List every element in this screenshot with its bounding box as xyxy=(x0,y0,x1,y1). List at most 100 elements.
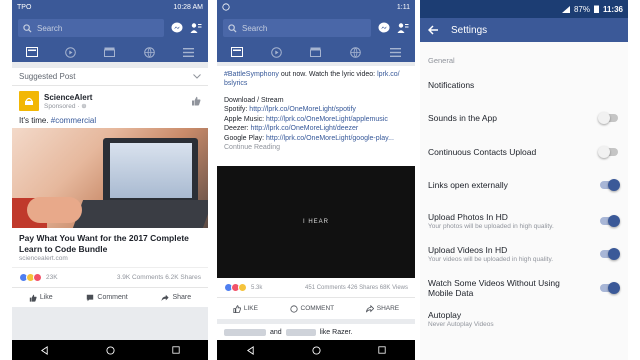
page-name[interactable]: ScienceAlert xyxy=(44,93,186,102)
comment-icon xyxy=(289,304,298,313)
stream-link[interactable]: http://lprk.co/OneMoreLight/applemusic xyxy=(266,116,388,123)
setting-label: Notifications xyxy=(428,80,475,90)
tab-menu[interactable] xyxy=(386,44,404,60)
post-header: ScienceAlert Sponsored · ⊕ xyxy=(12,86,208,113)
download-label: Download / Stream xyxy=(224,96,284,104)
data-saver-video-toggle[interactable] xyxy=(600,282,620,294)
friend-requests-icon[interactable] xyxy=(396,22,409,35)
android-nav-bar xyxy=(12,340,208,360)
setting-links-open-externally[interactable]: Links open externally xyxy=(420,165,628,205)
phone-settings: 87% 11:36 Settings General Notifications… xyxy=(420,0,628,360)
setting-upload-photos-hd[interactable]: Upload Photos In HD Your photos will be … xyxy=(420,205,628,237)
post-hashtag[interactable]: #BattleSymphony xyxy=(224,71,279,78)
reactions-count: 23K xyxy=(46,274,58,282)
setting-sounds-in-app[interactable]: Sounds in the App xyxy=(420,97,628,139)
tab-video[interactable] xyxy=(62,44,80,60)
phone-newsfeed: TPO 10:28 AM Search Suggested Post Scien… xyxy=(12,0,208,360)
stream-link[interactable]: http://lprk.co/OneMoreLight/spotify xyxy=(249,106,356,113)
stream-label: Spotify: xyxy=(224,106,250,114)
comments-shares-count[interactable]: 3.9K Comments 6.2K Shares xyxy=(117,274,201,281)
setting-continuous-contacts-upload[interactable]: Continuous Contacts Upload xyxy=(420,139,628,165)
setting-label: Links open externally xyxy=(428,180,508,190)
search-input[interactable]: Search xyxy=(223,19,371,37)
videos-hd-toggle[interactable] xyxy=(600,248,620,260)
sounds-toggle[interactable] xyxy=(598,112,618,124)
toggle-knob xyxy=(598,146,610,158)
stream-label: Apple Music: xyxy=(224,115,267,123)
status-time: 1:11 xyxy=(396,3,410,11)
continue-reading-link[interactable]: Continue Reading xyxy=(224,143,408,152)
recents-icon[interactable] xyxy=(378,346,386,354)
video-player[interactable]: I HEAR xyxy=(217,166,415,278)
tab-marketplace[interactable] xyxy=(101,44,119,60)
setting-upload-videos-hd[interactable]: Upload Videos In HD Your videos will be … xyxy=(420,237,628,271)
tab-menu[interactable] xyxy=(179,44,197,60)
share-button[interactable]: SHARE xyxy=(365,304,400,313)
stream-link-row: Deezer: http://lprk.co/OneMoreLight/deez… xyxy=(224,124,408,133)
home-icon[interactable] xyxy=(106,345,115,355)
tab-marketplace[interactable] xyxy=(307,44,325,60)
chevron-down-icon[interactable] xyxy=(193,74,201,79)
tab-news-feed[interactable] xyxy=(228,44,246,60)
recents-icon[interactable] xyxy=(172,346,180,354)
messenger-icon[interactable] xyxy=(170,22,183,35)
post-text: #BattleSymphony out now. Watch the lyric… xyxy=(217,66,415,166)
whatsapp-notification-icon xyxy=(222,3,230,11)
like-button[interactable]: Like xyxy=(29,294,53,302)
signal-icon xyxy=(561,5,570,13)
home-icon[interactable] xyxy=(312,345,321,355)
setting-notifications[interactable]: Notifications xyxy=(420,73,628,97)
nav-tabs xyxy=(217,42,415,62)
setting-label: Watch Some Videos Without Using Mobile D… xyxy=(428,277,560,298)
reactions-summary[interactable]: 5.3k xyxy=(224,283,262,292)
suggested-post-header: Suggested Post xyxy=(12,68,208,86)
links-external-toggle[interactable] xyxy=(600,179,620,191)
page-avatar[interactable] xyxy=(19,91,39,111)
search-input[interactable]: Search xyxy=(18,19,164,37)
post-hashtag[interactable]: #commercial xyxy=(51,116,96,125)
top-bar: Search xyxy=(12,14,208,42)
messenger-icon[interactable] xyxy=(377,22,390,35)
ad-url: sciencealert.com xyxy=(19,255,68,263)
like-label: Like xyxy=(39,294,53,302)
lyric-link[interactable]: lprk.co/ xyxy=(377,71,400,78)
back-icon[interactable] xyxy=(246,345,255,355)
next-post-header: and like Razer. xyxy=(217,324,415,341)
love-reaction-icon xyxy=(33,273,42,283)
status-time: 10:28 AM xyxy=(173,3,203,11)
tab-news-feed[interactable] xyxy=(23,44,41,60)
stream-label: Deezer: xyxy=(224,125,251,133)
share-icon xyxy=(161,294,170,301)
setting-autoplay[interactable]: Autoplay Never Autoplay Videos xyxy=(420,305,628,333)
ad-headline[interactable]: Pay What You Want for the 2017 Complete … xyxy=(12,228,208,255)
video-caption: I HEAR xyxy=(302,219,329,225)
hand-shape xyxy=(27,197,82,223)
tab-video[interactable] xyxy=(267,44,285,60)
share-button[interactable]: Share xyxy=(161,294,191,302)
stream-link[interactable]: http://lprk.co/OneMoreLight/deezer xyxy=(250,125,358,132)
share-label: SHARE xyxy=(376,305,400,312)
tab-notifications-globe[interactable] xyxy=(140,44,158,60)
back-icon[interactable] xyxy=(40,345,49,355)
comment-button[interactable]: Comment xyxy=(86,294,128,302)
reactions-summary[interactable]: 23K xyxy=(19,273,58,283)
status-time: 11:36 xyxy=(602,4,623,14)
share-icon xyxy=(365,304,374,312)
comments-shares-views[interactable]: 451 Comments 426 Shares 68K Views xyxy=(305,285,408,291)
comment-button[interactable]: COMMENT xyxy=(289,304,334,313)
contacts-upload-toggle[interactable] xyxy=(598,146,618,158)
like-button[interactable]: LIKE xyxy=(233,304,258,313)
stream-link[interactable]: http://lprk.co/OneMoreLight/google-play.… xyxy=(266,135,394,142)
back-arrow-icon[interactable] xyxy=(428,25,439,35)
friend-requests-icon[interactable] xyxy=(189,22,202,35)
tab-notifications-globe[interactable] xyxy=(347,44,365,60)
post-text-prefix: It's time. xyxy=(19,116,51,125)
setting-watch-without-mobile-data[interactable]: Watch Some Videos Without Using Mobile D… xyxy=(420,271,628,305)
like-page-icon[interactable] xyxy=(191,96,201,106)
laptop-screen-shape xyxy=(110,143,192,198)
top-bar: Search xyxy=(217,14,415,42)
lyric-link-continued[interactable]: bslyrics xyxy=(224,79,408,88)
photos-hd-toggle[interactable] xyxy=(600,215,620,227)
ad-image[interactable] xyxy=(12,128,208,228)
post-actions: LIKE COMMENT SHARE xyxy=(217,297,415,319)
